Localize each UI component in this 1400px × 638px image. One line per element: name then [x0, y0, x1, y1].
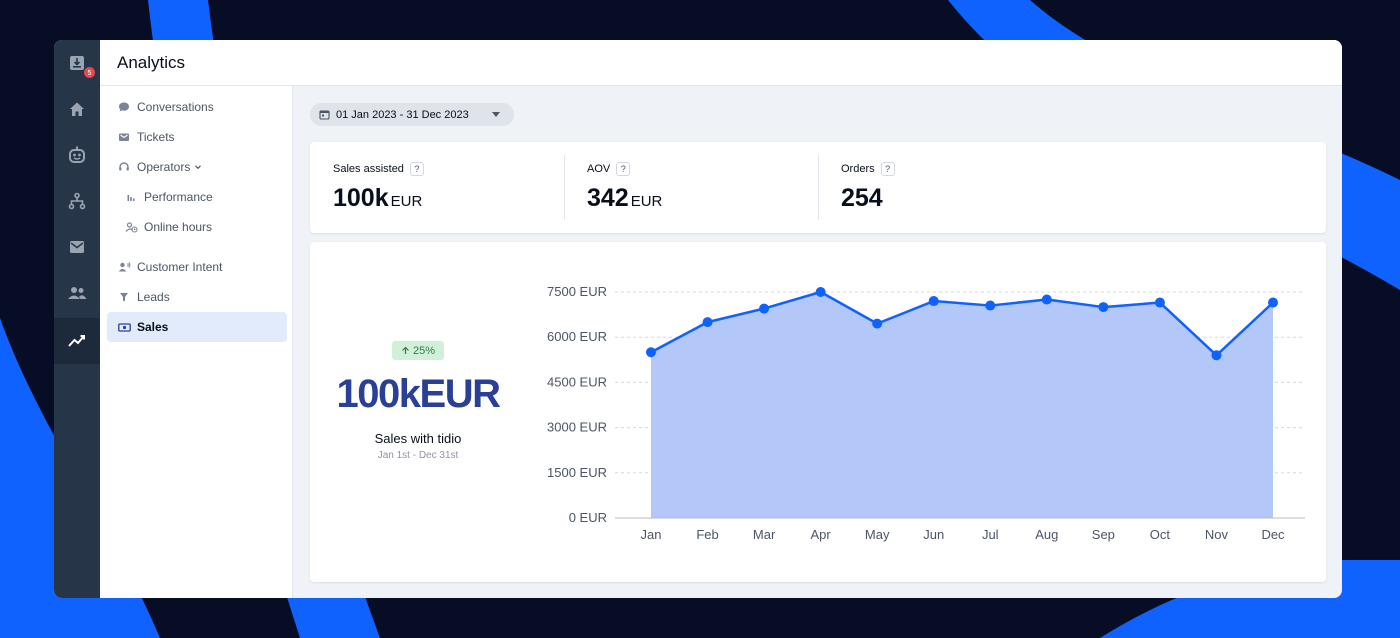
sidebar-item-label: Sales	[137, 320, 169, 334]
data-point	[1041, 294, 1052, 305]
sidebar-item-label: Conversations	[137, 100, 214, 114]
sales-total-range: Jan 1st - Dec 31st	[377, 450, 459, 461]
date-range-text: 01 Jan 2023 - 31 Dec 2023	[336, 108, 469, 121]
growth-value: 25%	[412, 344, 436, 357]
stat-unit: EUR	[390, 193, 423, 210]
stat-unit: EUR	[630, 193, 663, 210]
sales-total: 100kEUR	[336, 372, 501, 416]
x-tick-label: Jun	[923, 527, 944, 542]
x-tick-label: Jul	[982, 527, 999, 542]
analytics-sidebar: Conversations Tickets Operators Performa…	[100, 86, 293, 598]
sidebar-item-label: Customer Intent	[137, 260, 223, 274]
sidebar-item-label: Operators	[137, 160, 191, 174]
sidebar-item-label: Online hours	[144, 220, 213, 234]
help-icon[interactable]: ?	[409, 162, 424, 176]
x-tick-label: Oct	[1150, 527, 1171, 542]
x-tick-label: Sep	[1092, 527, 1115, 542]
stat-value: 342	[587, 184, 629, 212]
ticket-icon	[117, 130, 131, 144]
flows-icon[interactable]	[54, 178, 100, 224]
icon-navbar: 5	[54, 40, 100, 598]
y-tick-label: 6000 EUR	[547, 329, 607, 344]
analytics-icon[interactable]	[54, 318, 100, 364]
x-tick-label: Apr	[811, 527, 832, 542]
y-tick-label: 3000 EUR	[547, 420, 607, 435]
arrow-up-icon	[401, 346, 410, 355]
page-title: Analytics	[117, 53, 186, 72]
x-tick-label: Dec	[1261, 527, 1285, 542]
sidebar-item-label: Performance	[144, 190, 213, 204]
y-tick-label: 1500 EUR	[547, 465, 607, 480]
sidebar-item-sales[interactable]: Sales	[107, 312, 287, 342]
data-point	[1154, 297, 1165, 308]
inbox-icon[interactable]: 5	[54, 40, 100, 86]
stats-card: Sales assisted? 100k EUR AOV? 342 EUR Orde…	[310, 142, 1326, 233]
notification-badge: 5	[83, 66, 96, 79]
stat-orders: Orders? 254	[818, 142, 1072, 233]
sidebar-item-operators[interactable]: Operators	[117, 152, 202, 182]
y-tick-label: 4500 EUR	[547, 374, 607, 389]
data-point	[1268, 297, 1278, 308]
data-point	[646, 347, 656, 358]
stat-label: Orders	[841, 163, 875, 175]
home-icon[interactable]	[54, 86, 100, 132]
calendar-icon	[319, 109, 330, 120]
help-icon[interactable]: ?	[880, 162, 895, 176]
series-area	[651, 292, 1273, 518]
stat-label: Sales assisted	[333, 163, 404, 175]
data-point	[1098, 302, 1109, 313]
chat-bubble-icon	[117, 100, 131, 114]
data-point	[928, 296, 939, 307]
x-tick-label: Jan	[641, 527, 662, 542]
data-point	[759, 303, 770, 314]
chevron-down-icon	[194, 163, 202, 171]
mail-icon[interactable]	[54, 224, 100, 270]
top-bar: Analytics	[100, 40, 1342, 86]
x-tick-label: Feb	[696, 527, 718, 542]
bot-icon[interactable]	[54, 132, 100, 178]
stat-label: AOV	[587, 163, 611, 175]
sales-total-label: Sales with tidio	[374, 431, 462, 446]
sidebar-item-label: Leads	[137, 290, 170, 304]
sidebar-item-conversations[interactable]: Conversations	[117, 92, 214, 122]
y-tick-label: 0 EUR	[569, 510, 607, 525]
sidebar-item-customer-intent[interactable]: Customer Intent	[117, 252, 222, 282]
contacts-icon[interactable]	[54, 270, 100, 316]
stat-value: 100k	[333, 184, 389, 212]
stat-value: 254	[841, 184, 883, 212]
sidebar-item-leads[interactable]: Leads	[117, 282, 170, 312]
stat-sales-assisted: Sales assisted? 100k EUR	[310, 142, 564, 233]
chevron-down-icon	[492, 112, 500, 117]
sidebar-item-performance[interactable]: Performance	[124, 182, 213, 212]
help-icon[interactable]: ?	[616, 162, 631, 176]
data-point	[702, 317, 713, 328]
x-tick-label: Nov	[1205, 527, 1229, 542]
money-icon	[117, 320, 131, 334]
growth-badge: 25%	[392, 341, 444, 360]
funnel-icon	[117, 290, 131, 304]
bar-chart-icon	[124, 190, 138, 204]
sidebar-item-tickets[interactable]: Tickets	[117, 122, 175, 152]
app-window: 5 Analytics Conversations Tickets Operat…	[54, 40, 1342, 598]
user-clock-icon	[124, 220, 138, 234]
x-tick-label: May	[865, 527, 890, 542]
sidebar-item-label: Tickets	[137, 130, 175, 144]
headset-icon	[117, 160, 131, 174]
data-point	[872, 318, 883, 329]
sales-chart-card: 25% 100kEUR Sales with tidio Jan 1st - D…	[310, 242, 1326, 582]
y-tick-label: 7500 EUR	[547, 284, 607, 299]
person-speaking-icon	[117, 260, 131, 274]
x-tick-label: Aug	[1035, 527, 1058, 542]
x-tick-label: Mar	[753, 527, 776, 542]
data-point	[1211, 350, 1222, 361]
sales-area-chart: 0 EUR 1500 EUR 3000 EUR 4500 EUR 6000 EUR 750…	[547, 284, 1305, 542]
data-point	[815, 287, 826, 297]
data-point	[985, 300, 996, 311]
sidebar-item-online-hours[interactable]: Online hours	[124, 212, 212, 242]
stat-aov: AOV? 342 EUR	[564, 142, 818, 233]
date-range-picker[interactable]: 01 Jan 2023 - 31 Dec 2023	[310, 103, 514, 126]
